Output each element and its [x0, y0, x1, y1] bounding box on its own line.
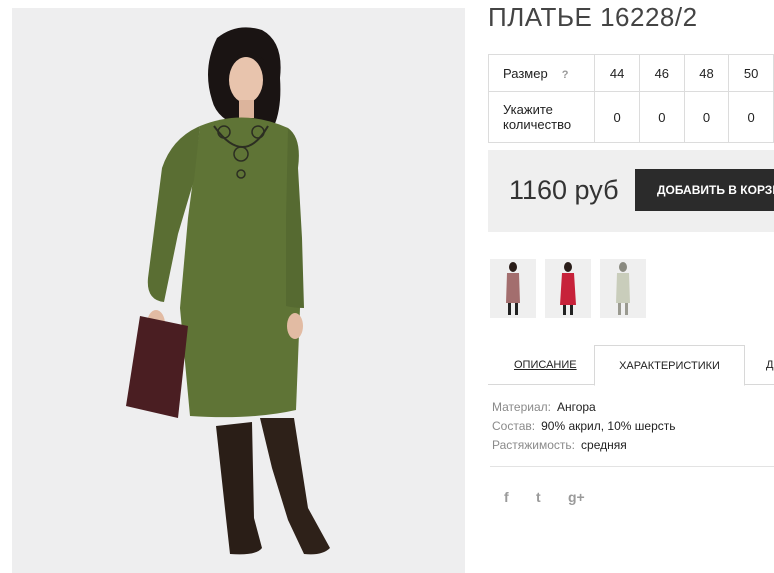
- product-main-image[interactable]: [12, 8, 465, 573]
- size-option[interactable]: 44: [594, 54, 640, 92]
- tab-characteristics[interactable]: ХАРАКТЕРИСТИКИ: [594, 345, 745, 386]
- thumbnail-dress-shape: [506, 273, 520, 303]
- twitter-icon[interactable]: t: [536, 489, 541, 505]
- color-thumbnail[interactable]: [600, 259, 646, 318]
- product-tabs: ОПИСАНИЕ ХАРАКТЕРИСТИКИ Д: [488, 345, 774, 386]
- spec-composition: Состав: 90% акрил, 10% шерсть: [492, 419, 676, 438]
- spec-value: Ангора: [556, 400, 596, 414]
- size-option[interactable]: 46: [638, 54, 685, 92]
- product-price: 1160 руб: [509, 175, 619, 205]
- spec-label: Растяжимость:: [492, 438, 576, 452]
- size-label: Размер: [503, 65, 548, 81]
- tab-description[interactable]: ОПИСАНИЕ: [514, 345, 577, 385]
- quantity-label-line1: Укажите: [503, 102, 553, 117]
- color-thumbnail[interactable]: [490, 259, 536, 318]
- spec-value: 90% акрил, 10% шерсть: [541, 419, 676, 433]
- add-to-cart-label: ДОБАВИТЬ В КОРЗИНУ: [657, 183, 774, 197]
- add-to-cart-button[interactable]: ДОБАВИТЬ В КОРЗИНУ: [635, 169, 774, 211]
- spec-material: Материал: Ангора: [492, 400, 676, 419]
- google-plus-icon[interactable]: g+: [568, 489, 585, 505]
- facebook-icon[interactable]: f: [504, 489, 509, 505]
- size-label-cell: Размер?: [487, 54, 596, 92]
- size-quantity-table: Размер? 44 46 48 50 Укажите количество 0 …: [487, 54, 774, 143]
- product-title: ПЛАТЬЕ 16228/2: [488, 2, 698, 32]
- quantity-label: Укажите количество: [487, 91, 596, 143]
- size-option[interactable]: 48: [683, 54, 730, 92]
- quantity-input[interactable]: 0: [638, 91, 685, 143]
- spec-value: средняя: [581, 438, 627, 452]
- spec-label: Состав:: [492, 419, 536, 433]
- quantity-input[interactable]: 0: [728, 91, 774, 143]
- thumbnail-dress-shape: [616, 273, 630, 303]
- size-help-icon[interactable]: ?: [562, 69, 569, 81]
- quantity-input[interactable]: 0: [594, 91, 640, 143]
- tab-more[interactable]: Д: [766, 345, 773, 385]
- spec-label: Материал:: [492, 400, 551, 414]
- color-thumbnail[interactable]: [545, 259, 591, 318]
- quantity-label-line2: количество: [503, 117, 572, 132]
- spec-stretch: Растяжимость: средняя: [492, 438, 676, 457]
- purchase-box: 1160 руб ДОБАВИТЬ В КОРЗИНУ: [488, 150, 774, 232]
- product-specs: Материал: Ангора Состав: 90% акрил, 10% ше…: [492, 400, 676, 457]
- size-option[interactable]: 50: [728, 54, 774, 92]
- thumbnail-dress-shape: [560, 273, 576, 305]
- divider: [490, 466, 774, 467]
- quantity-input[interactable]: 0: [683, 91, 730, 143]
